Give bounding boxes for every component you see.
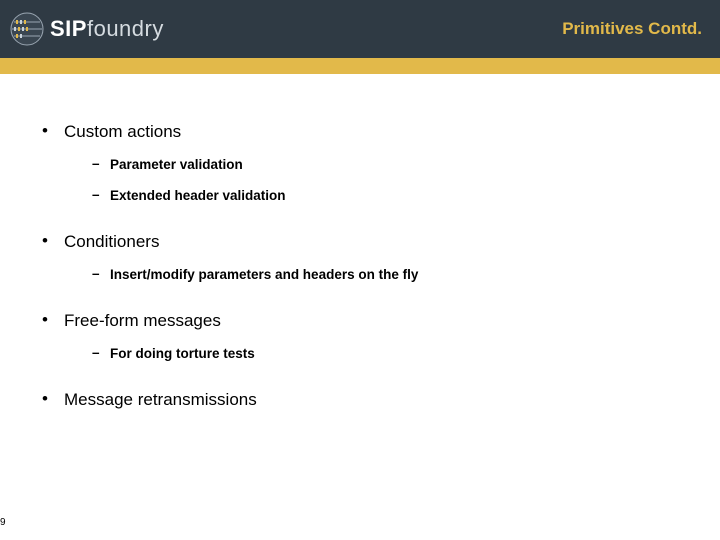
logo: SIPfoundry [10, 12, 164, 46]
slide-header: SIPfoundry Primitives Contd. [0, 0, 720, 58]
logo-icon [10, 12, 44, 46]
bullet-list: Custom actions Parameter validation Exte… [42, 118, 692, 412]
sub-list-item-label: For doing torture tests [110, 346, 255, 361]
sub-list-item-label: Parameter validation [110, 157, 243, 172]
list-item: Message retransmissions [42, 386, 692, 412]
list-item-label: Conditioners [64, 232, 159, 251]
list-item: Free-form messages For doing torture tes… [42, 307, 692, 376]
list-item-label: Free-form messages [64, 311, 221, 330]
sub-list: For doing torture tests [64, 343, 692, 364]
sub-list-item-label: Insert/modify parameters and headers on … [110, 267, 418, 282]
logo-text-foundry: foundry [87, 16, 164, 41]
logo-text: SIPfoundry [50, 16, 164, 42]
accent-bar [0, 58, 720, 74]
slide-title: Primitives Contd. [562, 19, 702, 39]
sub-list-item: Extended header validation [92, 185, 692, 206]
list-item: Custom actions Parameter validation Exte… [42, 118, 692, 218]
list-item: Conditioners Insert/modify parameters an… [42, 228, 692, 297]
logo-text-sip: SIP [50, 16, 87, 41]
sub-list: Parameter validation Extended header val… [64, 154, 692, 206]
list-item-label: Message retransmissions [64, 390, 257, 409]
slide-content: Custom actions Parameter validation Exte… [0, 74, 720, 412]
page-number: 9 [0, 517, 6, 528]
list-item-label: Custom actions [64, 122, 181, 141]
sub-list-item: Parameter validation [92, 154, 692, 175]
sub-list-item-label: Extended header validation [110, 188, 286, 203]
sub-list-item: Insert/modify parameters and headers on … [92, 264, 692, 285]
sub-list-item: For doing torture tests [92, 343, 692, 364]
sub-list: Insert/modify parameters and headers on … [64, 264, 692, 285]
